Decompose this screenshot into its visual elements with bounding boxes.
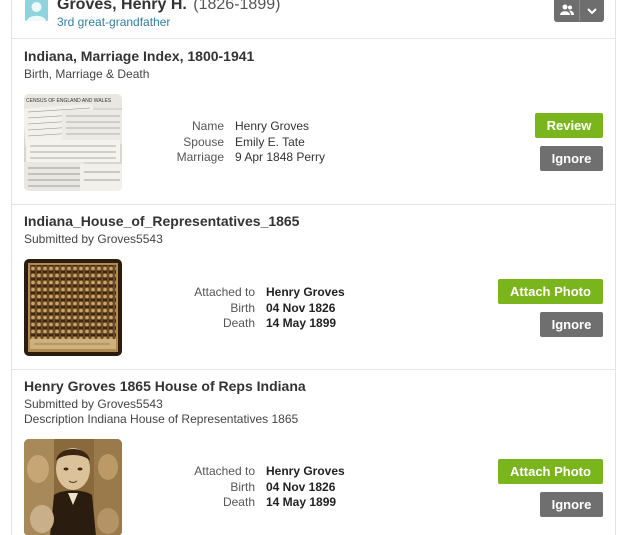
field-label: Spouse (183, 134, 224, 149)
field-value: Henry Groves (266, 285, 345, 299)
ignore-button[interactable]: Ignore (540, 146, 603, 171)
thumb-caption: CENSUS OF ENGLAND AND WALES (26, 98, 112, 104)
ignore-button[interactable]: Ignore (540, 492, 603, 517)
field-row: Death 14 May 1899 (181, 495, 345, 511)
field-label: Attached to (194, 285, 255, 299)
field-value: Henry Groves (266, 464, 345, 478)
person-name[interactable]: Groves, Henry H. (57, 0, 187, 13)
record-title[interactable]: Indiana, Marriage Index, 1800-1941 (24, 48, 254, 64)
record-card: Henry Groves 1865 House of Reps Indiana … (11, 370, 616, 535)
person-name-heading[interactable]: Groves, Henry H. (1826-1899) (57, 0, 280, 14)
field-row: Attached to Henry Groves (181, 285, 345, 301)
record-fields: Name Henry Groves Spouse Emily E. Tate M… (173, 119, 325, 166)
photo-thumbnail[interactable] (24, 259, 122, 356)
record-fields: Attached to Henry Groves Birth 04 Nov 18… (181, 285, 345, 332)
field-value: 9 Apr 1848 Perry (235, 150, 326, 164)
person-header: Groves, Henry H. (1826-1899) 3rd great-g… (11, 0, 616, 39)
field-label: Birth (230, 479, 255, 494)
record-title[interactable]: Indiana_House_of_Representatives_1865 (24, 213, 299, 229)
field-label: Death (222, 495, 255, 509)
record-card: Indiana, Marriage Index, 1800-1941 Birth… (11, 39, 616, 205)
field-value: 04 Nov 1826 (266, 300, 336, 315)
record-collection: Birth, Marriage & Death (24, 67, 150, 81)
record-submitter: Submitted by Groves5543 (24, 397, 163, 411)
ignore-button[interactable]: Ignore (540, 312, 603, 337)
record-description: Description Indiana House of Representat… (24, 412, 299, 426)
more-options-button[interactable] (579, 0, 604, 22)
attach-photo-button[interactable]: Attach Photo (498, 279, 603, 304)
field-label: Birth (230, 300, 255, 315)
field-value: 04 Nov 1826 (266, 479, 336, 494)
field-value: 14 May 1899 (266, 316, 337, 330)
field-row: Marriage 9 Apr 1848 Perry (173, 150, 325, 166)
record-card: Indiana_House_of_Representatives_1865 Su… (11, 205, 616, 370)
avatar[interactable] (25, 0, 48, 21)
field-row: Birth 04 Nov 1826 (181, 480, 345, 496)
field-value: 14 May 1899 (266, 495, 337, 509)
field-row: Birth 04 Nov 1826 (181, 301, 345, 317)
record-thumbnail[interactable]: CENSUS OF ENGLAND AND WALES (24, 94, 122, 191)
field-label: Attached to (194, 464, 255, 478)
review-button[interactable]: Review (535, 113, 603, 138)
attach-photo-button[interactable]: Attach Photo (498, 459, 603, 484)
record-submitter: Submitted by Groves5543 (24, 232, 163, 246)
field-label: Marriage (176, 150, 224, 164)
field-value: Emily E. Tate (235, 134, 305, 149)
record-fields: Attached to Henry Groves Birth 04 Nov 18… (181, 464, 345, 511)
field-row: Spouse Emily E. Tate (173, 135, 325, 151)
relationship-label: 3rd great-grandfather (57, 15, 171, 29)
people-button[interactable] (554, 0, 579, 22)
people-icon (559, 2, 574, 20)
field-row: Attached to Henry Groves (181, 464, 345, 480)
field-row: Name Henry Groves (173, 119, 325, 135)
header-actions (554, 0, 604, 22)
field-label: Death (222, 316, 255, 330)
field-label: Name (191, 119, 224, 133)
chevron-down-icon (587, 2, 597, 20)
field-row: Death 14 May 1899 (181, 316, 345, 332)
person-lifespan: (1826-1899) (193, 0, 281, 13)
record-title[interactable]: Henry Groves 1865 House of Reps Indiana (24, 378, 306, 394)
photo-thumbnail[interactable] (24, 439, 122, 535)
field-value: Henry Groves (235, 119, 310, 133)
